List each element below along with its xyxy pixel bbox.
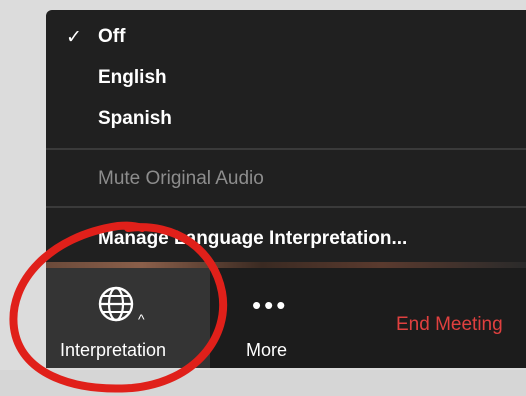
checkmark-icon: ✓	[66, 27, 82, 48]
background	[0, 370, 526, 396]
menu-item-off[interactable]: Off	[98, 26, 125, 48]
end-meeting-button[interactable]: End Meeting	[396, 314, 503, 336]
menu-item-mute-original-audio[interactable]: Mute Original Audio	[98, 168, 264, 190]
more-button[interactable]: More	[246, 340, 287, 361]
menu-item-manage-language-interpretation[interactable]: Manage Language Interpretation...	[98, 228, 407, 250]
globe-icon	[98, 286, 134, 322]
menu-item-english[interactable]: English	[98, 67, 167, 89]
interpretation-menu: ✓ Off English Spanish Mute Original Audi…	[46, 10, 526, 264]
interpretation-label: Interpretation	[60, 340, 167, 360]
caret-up-icon[interactable]: ^	[138, 312, 145, 326]
menu-divider	[46, 148, 526, 150]
menu-divider	[46, 206, 526, 208]
ellipsis-icon: •••	[252, 290, 289, 320]
menu-item-spanish[interactable]: Spanish	[98, 108, 172, 130]
interpretation-button[interactable]: ^ Interpretation	[46, 268, 210, 368]
meeting-toolbar: ^ Interpretation ••• More End Meeting	[46, 268, 526, 368]
